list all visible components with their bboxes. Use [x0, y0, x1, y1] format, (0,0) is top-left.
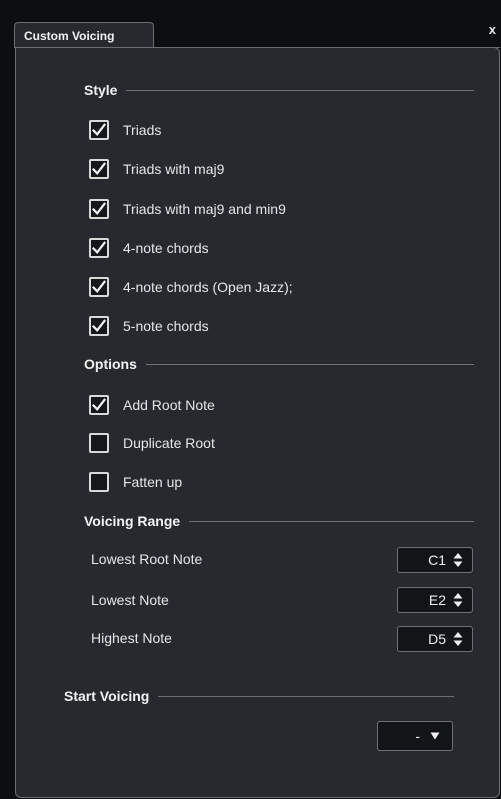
checkbox-triads-maj9-min9[interactable]: Triads with maj9 and min9	[89, 198, 286, 220]
voicing-range-section-header: Voicing Range	[84, 511, 474, 531]
checkbox-label: Fatten up	[123, 474, 183, 490]
style-section-title: Style	[84, 82, 118, 98]
start-voicing-section-title: Start Voicing	[64, 688, 150, 704]
triangle-down-icon[interactable]	[430, 732, 440, 740]
section-divider	[189, 520, 474, 522]
checkbox-4-note-chords-open-jazz[interactable]: 4-note chords (Open Jazz);	[89, 276, 293, 298]
checkbox-triads-maj9[interactable]: Triads with maj9	[89, 158, 224, 180]
checkbox-label: Add Root Note	[123, 397, 215, 413]
lowest-note-label: Lowest Note	[91, 592, 169, 608]
checkbox-label: Triads with maj9	[123, 161, 225, 177]
options-section-header: Options	[84, 354, 474, 374]
checkbox-icon[interactable]	[89, 159, 109, 179]
checkbox-duplicate-root[interactable]: Duplicate Root	[89, 432, 215, 454]
checkbox-add-root-note[interactable]: Add Root Note	[89, 394, 215, 416]
checkmark-icon	[91, 123, 107, 136]
voicing-range-section-title: Voicing Range	[84, 513, 181, 529]
checkbox-icon[interactable]	[89, 433, 109, 453]
checkbox-icon[interactable]	[89, 316, 109, 336]
checkmark-icon	[91, 241, 107, 254]
custom-voicing-tab[interactable]: Custom Voicing	[14, 22, 154, 48]
checkbox-4-note-chords[interactable]: 4-note chords	[89, 237, 209, 259]
tab-title: Custom Voicing	[24, 29, 115, 43]
checkbox-icon[interactable]	[89, 277, 109, 297]
checkbox-icon[interactable]	[89, 238, 109, 258]
checkbox-fatten-up[interactable]: Fatten up	[89, 471, 182, 493]
checkbox-label: 5-note chords	[123, 318, 209, 334]
checkbox-icon[interactable]	[89, 472, 109, 492]
checkbox-label: 4-note chords	[123, 240, 209, 256]
close-icon[interactable]: x	[489, 22, 496, 37]
up-down-arrows-icon[interactable]	[453, 631, 463, 647]
checkbox-label: Duplicate Root	[123, 435, 215, 451]
lowest-note-value: E2	[428, 592, 446, 608]
lowest-root-note-spinner[interactable]: C1	[397, 547, 473, 573]
lowest-note-spinner[interactable]: E2	[397, 587, 473, 613]
checkmark-icon	[91, 280, 107, 293]
lowest-root-note-label: Lowest Root Note	[91, 551, 203, 567]
up-down-arrows-icon[interactable]	[453, 552, 463, 568]
section-divider	[126, 89, 474, 91]
checkmark-icon	[91, 319, 107, 332]
checkbox-label: 4-note chords (Open Jazz);	[123, 279, 293, 295]
options-section-title: Options	[84, 356, 137, 372]
section-divider	[158, 695, 454, 697]
section-divider	[145, 363, 474, 365]
checkbox-label: Triads with maj9 and min9	[123, 201, 286, 217]
lowest-root-note-value: C1	[428, 552, 446, 568]
start-voicing-dropdown[interactable]: -	[377, 721, 453, 751]
checkbox-icon[interactable]	[89, 395, 109, 415]
checkmark-icon	[91, 162, 107, 175]
highest-note-value: D5	[428, 631, 446, 647]
checkbox-triads[interactable]: Triads	[89, 119, 161, 141]
checkbox-icon[interactable]	[89, 120, 109, 140]
start-voicing-section-header: Start Voicing	[64, 686, 454, 706]
checkmark-icon	[91, 202, 107, 215]
highest-note-spinner[interactable]: D5	[397, 626, 473, 652]
highest-note-label: Highest Note	[91, 630, 172, 646]
style-section-header: Style	[84, 80, 474, 100]
checkbox-icon[interactable]	[89, 199, 109, 219]
checkbox-label: Triads	[123, 122, 162, 138]
up-down-arrows-icon[interactable]	[453, 592, 463, 608]
checkbox-5-note-chords[interactable]: 5-note chords	[89, 315, 209, 337]
checkmark-icon	[91, 398, 107, 411]
start-voicing-value: -	[415, 728, 420, 744]
panel-top-border	[154, 47, 500, 48]
